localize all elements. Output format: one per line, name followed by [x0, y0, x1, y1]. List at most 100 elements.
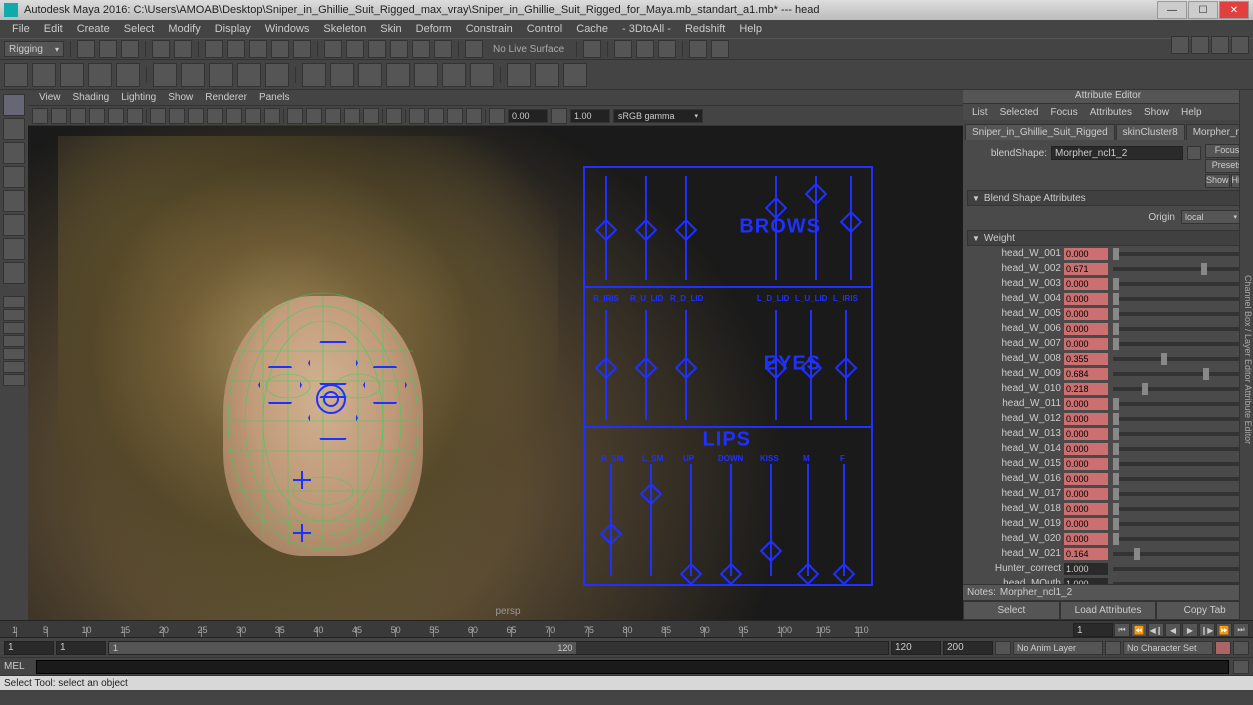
lasso-select-button[interactable]	[227, 40, 245, 58]
lip-slider-2[interactable]	[640, 483, 663, 506]
weight-slider[interactable]	[1113, 582, 1245, 585]
redo-button[interactable]	[174, 40, 192, 58]
vp-wireframe-button[interactable]	[287, 108, 303, 124]
constraint1-button[interactable]	[507, 63, 531, 87]
face-ctrl-eye-inner[interactable]	[323, 391, 339, 407]
face-ctrl-mouth-cross[interactable]	[293, 471, 311, 489]
weight-slider[interactable]	[1113, 297, 1245, 301]
copy-weights-button[interactable]	[442, 63, 466, 87]
joint-tool-button[interactable]	[153, 63, 177, 87]
vp-expose-icon[interactable]	[489, 108, 505, 124]
range-start-field[interactable]: 1	[4, 641, 54, 655]
weight-value-field[interactable]: 0.000	[1064, 398, 1108, 410]
blendshape-io-button[interactable]	[1187, 146, 1201, 160]
weight-value-field[interactable]: 0.000	[1064, 533, 1108, 545]
lip-slider-4[interactable]	[720, 563, 743, 586]
show-manip-tool[interactable]	[3, 262, 25, 284]
vp-ao-button[interactable]	[447, 108, 463, 124]
goto-end-button[interactable]: ⏭	[1233, 623, 1249, 637]
brow-slider-1[interactable]	[595, 219, 618, 242]
paint-select-button[interactable]	[249, 40, 267, 58]
live-surface-button[interactable]	[465, 40, 483, 58]
set-key-button[interactable]	[1215, 641, 1231, 655]
new-scene-button[interactable]	[77, 40, 95, 58]
minimize-button[interactable]: —	[1157, 1, 1187, 19]
goto-start-button[interactable]: ⏮	[1114, 623, 1130, 637]
vp-isolate-button[interactable]	[386, 108, 402, 124]
paint-weights-button[interactable]	[330, 63, 354, 87]
menu-deform[interactable]: Deform	[410, 23, 458, 35]
vp-safe-action-button[interactable]	[245, 108, 261, 124]
vp-gamma-icon[interactable]	[551, 108, 567, 124]
weight-value-field[interactable]: 0.164	[1064, 548, 1108, 560]
smooth-weights-button[interactable]	[470, 63, 494, 87]
weight-value-field[interactable]: 0.000	[1064, 503, 1108, 515]
character-set-dropdown[interactable]: No Character Set	[1123, 641, 1213, 655]
vp-menu-view[interactable]: View	[34, 92, 66, 103]
select-mask2-button[interactable]	[293, 40, 311, 58]
eye-slider-3[interactable]	[675, 357, 698, 380]
eye-slider-2[interactable]	[635, 357, 658, 380]
panel-layout1-button[interactable]	[689, 40, 707, 58]
lasso-tool[interactable]	[3, 118, 25, 140]
lip-slider-1[interactable]	[600, 523, 623, 546]
weight-slider[interactable]	[1113, 252, 1245, 256]
undo-button[interactable]	[152, 40, 170, 58]
blendshape-section-header[interactable]: ▼Blend Shape Attributes	[967, 190, 1249, 206]
attr-menu-list[interactable]: List	[967, 107, 993, 118]
menu-create[interactable]: Create	[71, 23, 116, 35]
weight-value-field[interactable]: 0.684	[1064, 368, 1108, 380]
weight-slider[interactable]	[1113, 387, 1245, 391]
weight-value-field[interactable]: 0.000	[1064, 338, 1108, 350]
menu-redshift[interactable]: Redshift	[679, 23, 731, 35]
hammer-weights-button[interactable]	[386, 63, 410, 87]
menu-display[interactable]: Display	[209, 23, 257, 35]
weight-section-header[interactable]: ▼Weight	[967, 230, 1249, 246]
step-back-button[interactable]: ◀❙	[1148, 623, 1164, 637]
attr-tab-skincluster[interactable]: skinCluster8	[1116, 124, 1185, 140]
vp-motion-blur-button[interactable]	[466, 108, 482, 124]
ik-spline-button[interactable]	[209, 63, 233, 87]
weight-slider[interactable]	[1113, 477, 1245, 481]
ipr-render-button[interactable]	[636, 40, 654, 58]
menuset-dropdown[interactable]: Rigging▾	[4, 41, 64, 57]
history-toggle-button[interactable]	[583, 40, 601, 58]
weight-value-field[interactable]: 0.000	[1064, 248, 1108, 260]
anim-layer-dropdown[interactable]: No Anim Layer	[1013, 641, 1103, 655]
render-settings-button[interactable]	[658, 40, 676, 58]
weight-slider[interactable]	[1113, 522, 1245, 526]
paint-select-tool[interactable]	[3, 142, 25, 164]
layout-persp-button[interactable]	[3, 374, 25, 386]
range-max-field[interactable]: 200	[943, 641, 993, 655]
brow-slider-3[interactable]	[675, 219, 698, 242]
attr-menu-focus[interactable]: Focus	[1045, 107, 1082, 118]
vp-menu-renderer[interactable]: Renderer	[200, 92, 252, 103]
select-button[interactable]: Select	[963, 601, 1060, 620]
rotate-tool[interactable]	[3, 190, 25, 212]
vp-menu-panels[interactable]: Panels	[254, 92, 295, 103]
soft-select-button[interactable]	[116, 63, 140, 87]
vp-menu-show[interactable]: Show	[163, 92, 198, 103]
select-mask-button[interactable]	[271, 40, 289, 58]
snap-plane-button[interactable]	[390, 40, 408, 58]
weight-slider[interactable]	[1113, 507, 1245, 511]
attr-menu-selected[interactable]: Selected	[995, 107, 1044, 118]
vp-xray-button[interactable]	[409, 108, 425, 124]
face-ctrl-chin-cross[interactable]	[293, 524, 311, 542]
face-rig-panel[interactable]: BROWS EYES R_IRISR_U_LIDR_D_LIDL_D_LIDL_…	[583, 166, 873, 586]
menu-select[interactable]: Select	[118, 23, 161, 35]
menu-file[interactable]: File	[6, 23, 36, 35]
vp-film-gate-button[interactable]	[169, 108, 185, 124]
weight-value-field[interactable]: 0.000	[1064, 293, 1108, 305]
attr-menu-help[interactable]: Help	[1176, 107, 1207, 118]
hik-button[interactable]	[563, 63, 587, 87]
vp-menu-lighting[interactable]: Lighting	[116, 92, 161, 103]
weight-slider[interactable]	[1113, 372, 1245, 376]
vp-colorspace-dropdown[interactable]: sRGB gamma▾	[613, 109, 703, 123]
menu-dtoall[interactable]: - 3DtoAll -	[616, 23, 677, 35]
weight-slider[interactable]	[1113, 552, 1245, 556]
snap-grid-button[interactable]	[324, 40, 342, 58]
last-tool[interactable]	[3, 238, 25, 260]
weight-value-field[interactable]: 0.000	[1064, 458, 1108, 470]
menu-skeleton[interactable]: Skeleton	[317, 23, 372, 35]
